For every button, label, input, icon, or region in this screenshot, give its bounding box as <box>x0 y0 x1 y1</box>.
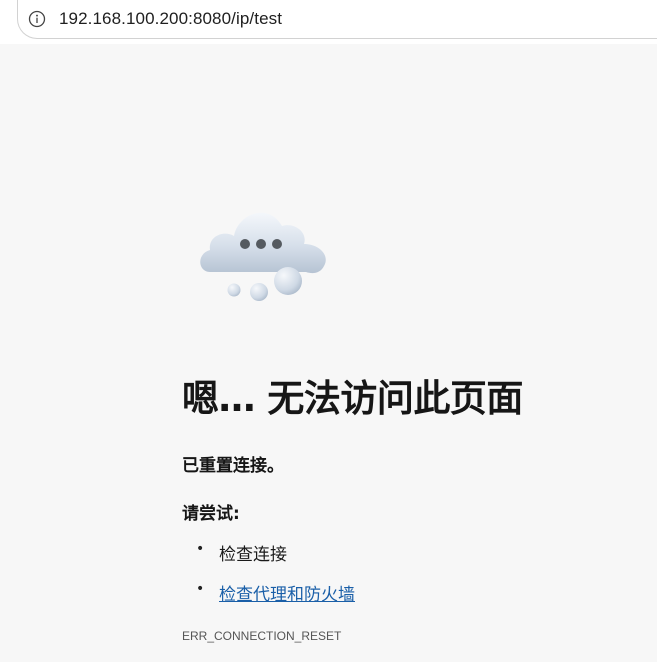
try-heading: 请尝试: <box>182 504 240 524</box>
error-code: ERR_CONNECTION_RESET <box>182 629 342 643</box>
info-icon[interactable] <box>28 10 46 28</box>
error-summary: 已重置连接。 <box>182 456 284 476</box>
suggestion-check-connection: 检查连接 <box>219 545 287 565</box>
bullet-icon: • <box>196 541 205 557</box>
address-bar-url[interactable]: 192.168.100.200:8080/ip/test <box>59 9 282 29</box>
cloud-with-ellipsis-icon <box>190 196 335 306</box>
check-proxy-firewall-link[interactable]: 检查代理和防火墙 <box>219 580 355 605</box>
bullet-icon: • <box>196 581 205 597</box>
page-title: 嗯… 无法访问此页面 <box>182 377 523 420</box>
browser-toolbar: 192.168.100.200:8080/ip/test <box>0 0 657 44</box>
